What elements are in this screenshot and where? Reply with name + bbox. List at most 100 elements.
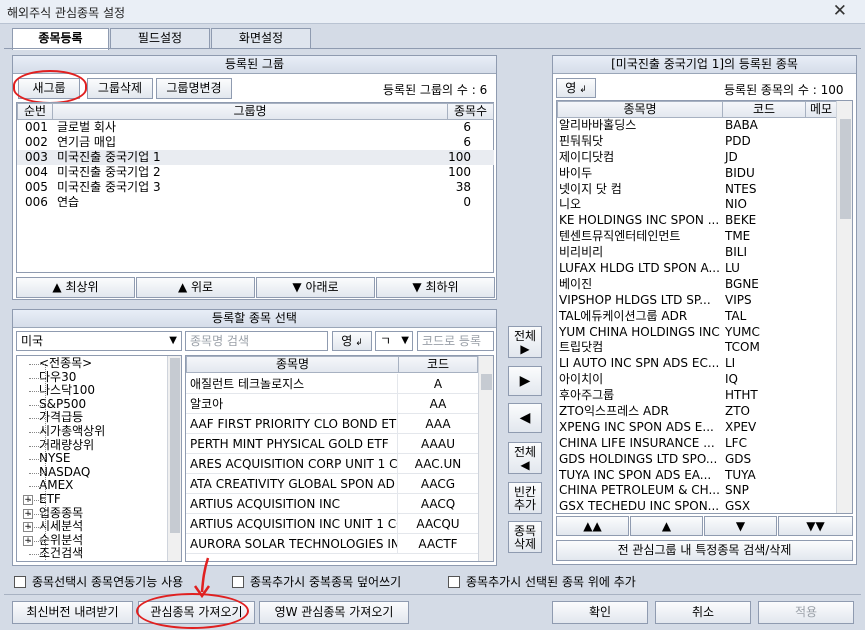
table-row[interactable]: 아이치이 IQ xyxy=(557,372,837,388)
tree-item[interactable]: 가격급등 xyxy=(17,411,167,425)
table-row[interactable]: 트립닷컴 TCOM xyxy=(557,340,837,356)
rename-group-button[interactable]: 그룹명변경 xyxy=(156,78,232,99)
overwrite-checkbox[interactable] xyxy=(232,576,244,588)
table-row[interactable]: KE HOLDINGS INC SPON ... BEKE xyxy=(557,213,837,229)
delete-group-button[interactable]: 그룹삭제 xyxy=(87,78,153,99)
tree-scrollbar[interactable] xyxy=(167,356,181,561)
table-row[interactable]: 니오 NIO xyxy=(557,197,837,213)
table-row[interactable]: 핀둬둬닷 PDD xyxy=(557,134,837,150)
table-row[interactable]: 알리바바홀딩스 BABA xyxy=(557,118,837,134)
table-row[interactable]: 베이진 BGNE xyxy=(557,277,837,293)
move-top-button[interactable]: ▲ 최상위 xyxy=(16,277,135,298)
initial-select[interactable]: ㄱ ▼ xyxy=(375,331,413,351)
tree-scroll-thumb[interactable] xyxy=(170,358,180,533)
table-row[interactable]: LI AUTO INC SPN ADS EC... LI xyxy=(557,356,837,372)
table-row[interactable]: YUM CHINA HOLDINGS INC YUMC xyxy=(557,325,837,341)
table-row[interactable]: 알코아 AA xyxy=(186,394,478,414)
tree-item[interactable]: + 시세분석 xyxy=(17,520,167,534)
tree-item[interactable]: 나스닥100 xyxy=(17,384,167,398)
table-row[interactable]: AAF FIRST PRIORITY CLO BOND ETF AAA xyxy=(186,414,478,434)
cancel-button[interactable]: 취소 xyxy=(655,601,751,624)
download-latest-button[interactable]: 최신버전 내려받기 xyxy=(12,601,133,624)
table-row[interactable]: 002 연기금 매입 6 xyxy=(17,135,494,150)
table-row[interactable]: ZTO익스프레스 ADR ZTO xyxy=(557,404,837,420)
table-row[interactable]: 003 미국진출 중국기업 1 100 xyxy=(17,150,494,165)
table-row[interactable]: CHINA LIFE INSURANCE ... LFC xyxy=(557,436,837,452)
tree-item[interactable]: 다우30 xyxy=(17,371,167,385)
lang-toggle-button[interactable]: 영 ↲ xyxy=(332,331,372,351)
add-all-button[interactable]: 전체 ▶ xyxy=(508,326,542,358)
registered-scrollbar[interactable] xyxy=(836,101,852,513)
table-row[interactable]: TAL에듀케이션그룹 ADR TAL xyxy=(557,309,837,325)
code-register-input[interactable]: 코드로 등록 xyxy=(417,331,494,351)
search-all-groups-button[interactable]: 전 관심그룹 내 특정종목 검색/삭제 xyxy=(556,540,853,561)
link-checkbox[interactable] xyxy=(14,576,26,588)
option-link[interactable]: 종목선택시 종목연동기능 사용 xyxy=(14,573,183,590)
table-row[interactable]: TUYA INC SPON ADS EA... TUYA xyxy=(557,468,837,484)
ok-button[interactable]: 확인 xyxy=(552,601,648,624)
reg-move-up-button[interactable]: ▲ xyxy=(630,516,703,536)
tree-item[interactable]: 거래량상위 xyxy=(17,439,167,453)
tree-item[interactable]: 시가총액상위 xyxy=(17,425,167,439)
table-row[interactable]: ATA CREATIVITY GLOBAL SPON AD AACG xyxy=(186,474,478,494)
tree-item[interactable]: + 업종종목 xyxy=(17,507,167,521)
reg-move-top-button[interactable]: ▲▲ xyxy=(556,516,629,536)
add-button[interactable]: ▶ xyxy=(508,366,542,396)
tree-item[interactable]: S&P500 xyxy=(17,398,167,412)
tree-item[interactable]: + 순위분석 xyxy=(17,534,167,548)
stock-delete-button[interactable]: 종목 삭제 xyxy=(508,521,542,553)
table-row[interactable]: 텐센트뮤직엔터테인먼트 TME xyxy=(557,229,837,245)
close-icon[interactable]: ✕ xyxy=(833,1,847,21)
tree-item[interactable]: NASDAQ xyxy=(17,466,167,480)
stock-name: PERTH MINT PHYSICAL GOLD ETF xyxy=(186,434,398,453)
registered-lang-button[interactable]: 영 ↲ xyxy=(556,78,596,98)
table-row[interactable]: ARES ACQUISITION CORP UNIT 1 C AAC.UN xyxy=(186,454,478,474)
table-row[interactable]: 후아주그룹 HTHT xyxy=(557,388,837,404)
registered-scroll-thumb[interactable] xyxy=(840,119,851,219)
move-down-button[interactable]: ▼ 아래로 xyxy=(256,277,375,298)
tab-screen-settings[interactable]: 화면설정 xyxy=(211,28,311,49)
table-row[interactable]: GDS HOLDINGS LTD SPO... GDS xyxy=(557,452,837,468)
table-row[interactable]: AURORA SOLAR TECHNOLOGIES IN AACTF xyxy=(186,534,478,554)
table-row[interactable]: XPENG INC SPON ADS E... XPEV xyxy=(557,420,837,436)
apply-button[interactable]: 적용 xyxy=(758,601,854,624)
market-select[interactable]: 미국 ▼ xyxy=(16,331,182,351)
table-row[interactable]: 006 연습 0 xyxy=(17,195,494,210)
tab-field-settings[interactable]: 필드설정 xyxy=(110,28,210,49)
table-row[interactable]: LUFAX HLDG LTD SPON A... LU xyxy=(557,261,837,277)
reg-move-down-button[interactable]: ▼ xyxy=(704,516,777,536)
insert-above-checkbox[interactable] xyxy=(448,576,460,588)
table-row[interactable]: 넷이지 닷 컴 NTES xyxy=(557,182,837,198)
stock-scroll-thumb[interactable] xyxy=(481,374,492,390)
tree-item[interactable]: NYSE xyxy=(17,452,167,466)
option-overwrite[interactable]: 종목추가시 중복종목 덮어쓰기 xyxy=(232,573,401,590)
table-row[interactable]: PERTH MINT PHYSICAL GOLD ETF AAAU xyxy=(186,434,478,454)
table-row[interactable]: 제이디닷컴 JD xyxy=(557,150,837,166)
tree-item[interactable]: + ETF xyxy=(17,493,167,507)
remove-all-button[interactable]: 전체 ◀ xyxy=(508,442,542,474)
tree-item[interactable]: 조건검색 xyxy=(17,547,167,561)
tree-item[interactable]: <전종목> xyxy=(17,357,167,371)
table-row[interactable]: GSX TECHEDU INC SPON... GSX xyxy=(557,499,837,513)
import-yw-watchlist-button[interactable]: 영W 관심종목 가져오기 xyxy=(259,601,409,624)
table-row[interactable]: VIPSHOP HLDGS LTD SP... VIPS xyxy=(557,293,837,309)
tree-item[interactable]: AMEX xyxy=(17,479,167,493)
table-row[interactable]: ARTIUS ACQUISITION INC AACQ xyxy=(186,494,478,514)
move-bottom-button[interactable]: ▼ 최하위 xyxy=(376,277,495,298)
option-insert-above[interactable]: 종목추가시 선택된 종목 위에 추가 xyxy=(448,573,636,590)
reg-move-bottom-button[interactable]: ▼▼ xyxy=(778,516,853,536)
table-row[interactable]: 001 글로벌 회사 6 xyxy=(17,120,494,135)
remove-button[interactable]: ◀ xyxy=(508,403,542,433)
blank-add-button[interactable]: 빈칸 추가 xyxy=(508,482,542,514)
tab-stock-register[interactable]: 종목등록 xyxy=(12,28,109,50)
move-up-button[interactable]: ▲ 위로 xyxy=(136,277,255,298)
stock-name-search-input[interactable]: 종목명 검색 xyxy=(185,331,328,351)
table-row[interactable]: 비리비리 BILI xyxy=(557,245,837,261)
table-row[interactable]: 004 미국진출 중국기업 2 100 xyxy=(17,165,494,180)
table-row[interactable]: 애질런트 테크놀로지스 A xyxy=(186,374,478,394)
table-row[interactable]: CHINA PETROLEUM & CH... SNP xyxy=(557,483,837,499)
stock-scrollbar[interactable] xyxy=(478,356,493,561)
table-row[interactable]: ARTIUS ACQUISITION INC UNIT 1 CO AACQU xyxy=(186,514,478,534)
table-row[interactable]: 005 미국진출 중국기업 3 38 xyxy=(17,180,494,195)
table-row[interactable]: 바이두 BIDU xyxy=(557,166,837,182)
